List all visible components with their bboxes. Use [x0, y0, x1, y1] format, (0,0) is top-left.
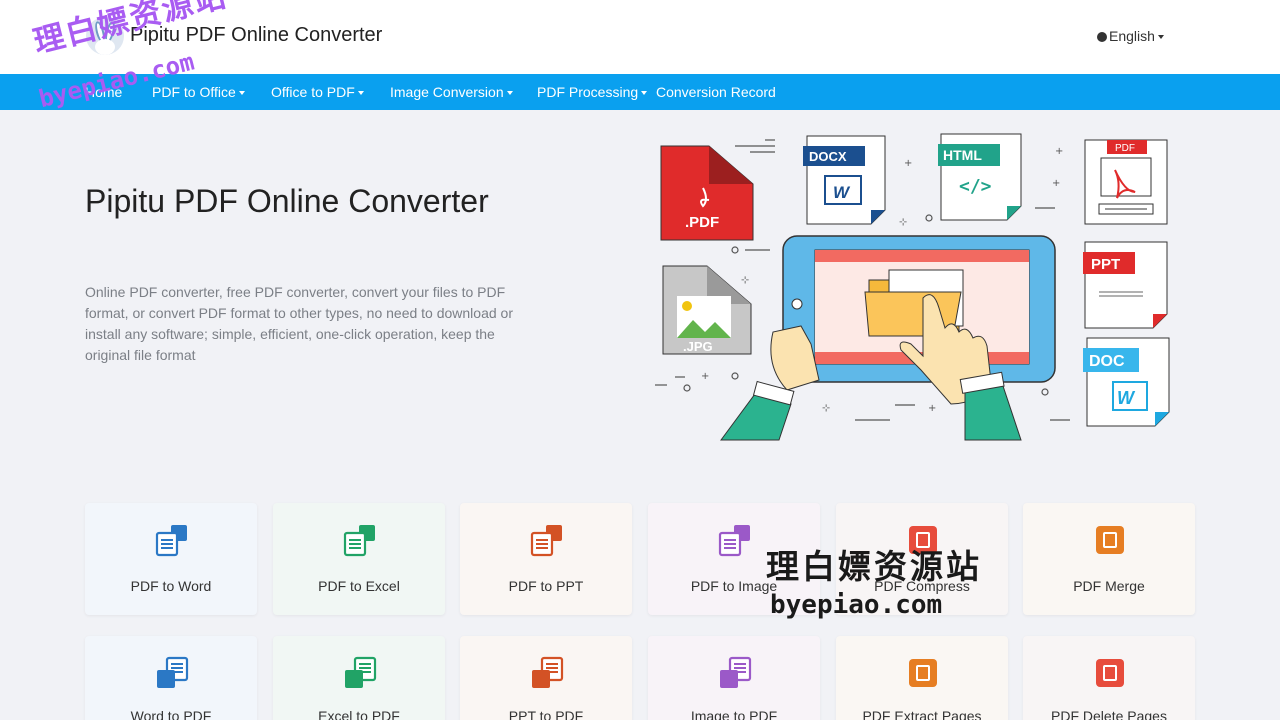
watermark-url-text: byepiao.com: [770, 590, 943, 620]
language-selector[interactable]: English: [1097, 28, 1164, 44]
tool-card-pdf-extract-pages[interactable]: PDF Extract Pages: [836, 636, 1008, 720]
svg-text:W: W: [833, 183, 851, 202]
language-label: English: [1109, 28, 1155, 44]
ppt-file-label: PPT: [1091, 256, 1120, 273]
svg-text:⊹: ⊹: [899, 217, 907, 228]
jpg-file-label: .JPG: [683, 339, 713, 354]
tool-card-label: Excel to PDF: [318, 708, 400, 720]
svg-text:+: +: [701, 371, 709, 382]
image-to-pdf-icon: [718, 656, 752, 690]
svg-text:⊹: ⊹: [822, 403, 830, 414]
pdf-file-label: .PDF: [685, 214, 719, 231]
tool-card-label: PPT to PDF: [508, 708, 584, 720]
caret-down-icon: [641, 91, 648, 95]
tool-card-pdf-merge[interactable]: PDF Merge: [1023, 503, 1195, 615]
svg-text:+: +: [904, 158, 912, 169]
docx-file-label: DOCX: [809, 149, 847, 164]
caret-down-icon: [238, 91, 245, 95]
pdf-to-ppt-icon: [530, 523, 564, 557]
pdf-delete-pages-icon: [1093, 656, 1127, 690]
tool-card-pdf-to-ppt[interactable]: PDF to PPT: [460, 503, 632, 615]
tool-card-label: PDF Delete Pages: [1051, 708, 1167, 720]
nav-pdf-processing[interactable]: PDF Processing: [537, 84, 648, 100]
nav-office-to-pdf[interactable]: Office to PDF: [271, 84, 364, 100]
pdf-merge-icon: [1093, 523, 1127, 557]
caret-down-icon: [1157, 35, 1164, 39]
svg-text:+: +: [1052, 178, 1060, 189]
excel-to-pdf-icon: [343, 656, 377, 690]
svg-text:</>: </>: [959, 176, 992, 197]
pdf-to-word-icon: [155, 523, 189, 557]
hero-illustration: + + + + + ⊹ ⊹ ⊹ .PDF DOCX W HTML </> PDF .JPG: [655, 133, 1170, 441]
main-nav: Home PDF to Office Office to PDF Image C…: [0, 74, 1280, 110]
tool-card-label: Image to PDF: [690, 708, 778, 720]
tool-card-pdf-delete-pages[interactable]: PDF Delete Pages: [1023, 636, 1195, 720]
tool-card-pdf-to-word[interactable]: PDF to Word: [85, 503, 257, 615]
tool-card-word-to-pdf[interactable]: Word to PDF: [85, 636, 257, 720]
svg-text:+: +: [1055, 146, 1063, 157]
tool-card-label: PDF to PPT: [508, 578, 584, 594]
tool-card-label: PDF Merge: [1073, 578, 1145, 594]
svg-text:⊹: ⊹: [741, 275, 749, 286]
tool-card-label: PDF to Excel: [318, 578, 400, 594]
nav-image-conversion[interactable]: Image Conversion: [390, 84, 513, 100]
hero-title: Pipitu PDF Online Converter: [85, 183, 489, 219]
svg-text:+: +: [928, 403, 936, 414]
nav-conversion-record[interactable]: Conversion Record: [656, 84, 776, 100]
caret-down-icon: [357, 91, 364, 95]
pdf-small-label: PDF: [1115, 143, 1135, 154]
tool-card-label: PDF Extract Pages: [862, 708, 982, 720]
word-to-pdf-icon: [155, 656, 189, 690]
watermark-cn-text: 理白嫖资源站: [766, 548, 982, 585]
tool-card-image-to-pdf[interactable]: Image to PDF: [648, 636, 820, 720]
svg-text:W: W: [1117, 388, 1136, 408]
doc-file-label: DOC: [1089, 353, 1125, 370]
pdf-to-image-icon: [718, 523, 752, 557]
pdf-to-excel-icon: [343, 523, 377, 557]
html-file-label: HTML: [943, 147, 982, 163]
tool-card-ppt-to-pdf[interactable]: PPT to PDF: [460, 636, 632, 720]
hero-description: Online PDF converter, free PDF converter…: [85, 284, 513, 363]
nav-pdf-to-office[interactable]: PDF to Office: [152, 84, 245, 100]
pdf-extract-pages-icon: [906, 656, 940, 690]
tool-card-label: PDF to Word: [130, 578, 212, 594]
tool-card-excel-to-pdf[interactable]: Excel to PDF: [273, 636, 445, 720]
ppt-to-pdf-icon: [530, 656, 564, 690]
caret-down-icon: [506, 91, 513, 95]
tool-card-label: Word to PDF: [130, 708, 212, 720]
tool-card-pdf-to-excel[interactable]: PDF to Excel: [273, 503, 445, 615]
globe-icon: [1097, 32, 1107, 42]
